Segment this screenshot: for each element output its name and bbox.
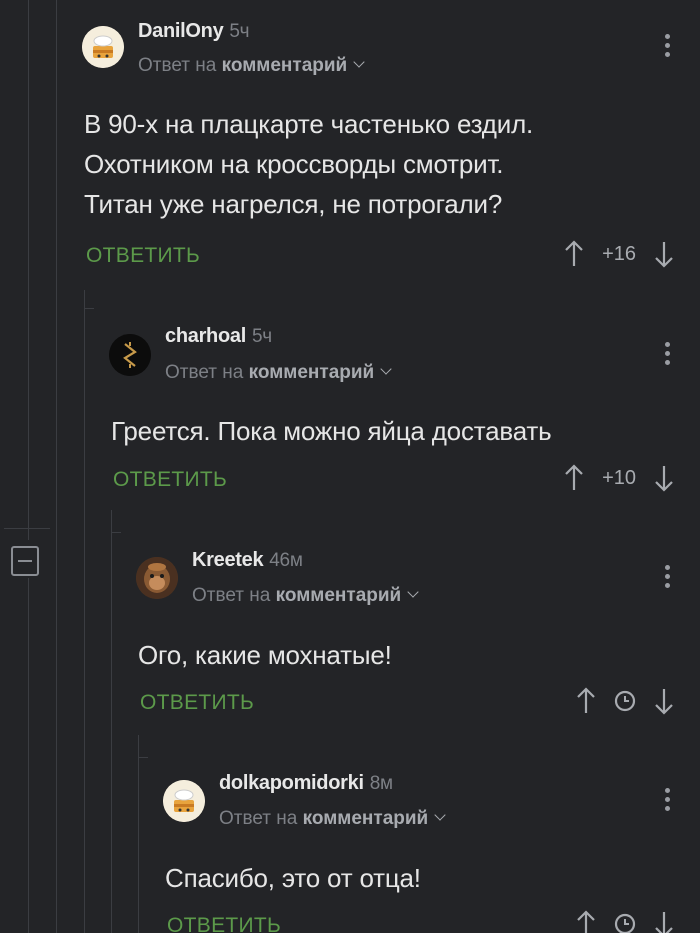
- comment-time: 8м: [369, 773, 393, 794]
- monkey-photo-icon: [136, 557, 178, 599]
- thread-line: [56, 0, 57, 933]
- comment: Kreetek 46м Ответ на комментарий Ого, как…: [114, 515, 700, 740]
- upvote-arrow-icon[interactable]: [576, 687, 596, 715]
- chevron-down-icon[interactable]: [434, 809, 446, 821]
- reply-prefix: Ответ на: [138, 55, 217, 76]
- reply-prefix: Ответ на: [165, 362, 244, 383]
- downvote-arrow-icon[interactable]: [654, 464, 674, 492]
- comment-text: Ого, какие мохнатые!: [138, 635, 392, 675]
- comment-author[interactable]: charhoal 5ч: [165, 325, 272, 348]
- chevron-down-icon[interactable]: [407, 586, 419, 598]
- reply-target[interactable]: комментарий: [303, 808, 429, 829]
- avatar[interactable]: [82, 26, 124, 68]
- vote-controls: [576, 687, 674, 715]
- comment-author[interactable]: Kreetek 46м: [192, 549, 303, 572]
- vote-controls: [576, 910, 674, 933]
- reply-to[interactable]: Ответ на комментарий: [219, 808, 446, 830]
- vote-controls: +16: [564, 240, 674, 268]
- vote-score: +10: [602, 466, 636, 489]
- reply-prefix: Ответ на: [192, 585, 271, 606]
- downvote-arrow-icon[interactable]: [654, 687, 674, 715]
- thread-line: [28, 0, 29, 540]
- author-name[interactable]: Kreetek: [192, 549, 264, 571]
- reply-to[interactable]: Ответ на комментарий: [165, 362, 392, 384]
- comment: dolkapomidorki 8м Ответ на комментарий Сп…: [141, 740, 700, 933]
- downvote-arrow-icon[interactable]: [654, 910, 674, 933]
- reply-prefix: Ответ на: [219, 808, 298, 829]
- clock-icon: [614, 690, 636, 712]
- thread-tick: [4, 528, 50, 529]
- reply-button[interactable]: ОТВЕТИТЬ: [140, 691, 254, 715]
- reply-button[interactable]: ОТВЕТИТЬ: [113, 468, 227, 492]
- downvote-arrow-icon[interactable]: [654, 240, 674, 268]
- vote-score: +16: [602, 242, 636, 265]
- author-name[interactable]: DanilOny: [138, 20, 224, 42]
- more-options-icon[interactable]: [664, 788, 670, 811]
- vote-controls: +10: [564, 464, 674, 492]
- clock-icon: [614, 913, 636, 933]
- comment-text-line: Греется. Пока можно яйца доставать: [111, 416, 552, 446]
- comment: charhoal 5ч Ответ на комментарий Греется.…: [87, 290, 700, 515]
- comment-text-line: Ого, какие мохнатые!: [138, 640, 392, 670]
- chef-hat-cake-icon: [82, 26, 124, 68]
- comment-text: Спасибо, это от отца!: [165, 858, 421, 898]
- reply-target[interactable]: комментарий: [222, 55, 348, 76]
- author-name[interactable]: dolkapomidorki: [219, 772, 364, 794]
- reply-to[interactable]: Ответ на комментарий: [138, 55, 365, 77]
- upvote-arrow-icon[interactable]: [564, 464, 584, 492]
- thread-line: [111, 510, 112, 933]
- reply-target[interactable]: комментарий: [276, 585, 402, 606]
- comment-text: В 90-х на плацкарте частенько ездил. Охо…: [84, 104, 533, 224]
- upvote-arrow-icon[interactable]: [576, 910, 596, 933]
- reply-target[interactable]: комментарий: [249, 362, 375, 383]
- comment-time: 46м: [269, 550, 303, 571]
- comment-text-line: В 90-х на плацкарте частенько ездил.: [84, 109, 534, 139]
- chef-hat-cake-icon: [163, 780, 205, 822]
- reply-button[interactable]: ОТВЕТИТЬ: [86, 244, 200, 268]
- more-options-icon[interactable]: [664, 565, 670, 588]
- collapse-thread-button[interactable]: [11, 546, 39, 576]
- more-options-icon[interactable]: [664, 34, 670, 57]
- author-name[interactable]: charhoal: [165, 325, 246, 347]
- reply-button[interactable]: ОТВЕТИТЬ: [167, 914, 281, 933]
- comment-time: 5ч: [251, 326, 272, 347]
- comment-text-line: Титан уже нагрелся, не потрогали?: [84, 189, 503, 219]
- thread-line: [84, 290, 85, 933]
- upvote-arrow-icon[interactable]: [564, 240, 584, 268]
- reply-to[interactable]: Ответ на комментарий: [192, 585, 419, 607]
- comment-author[interactable]: dolkapomidorki 8м: [219, 772, 393, 795]
- thread-line: [138, 735, 139, 933]
- comment-text-line: Охотником на кроссворды смотрит.: [84, 149, 504, 179]
- chevron-down-icon[interactable]: [353, 56, 365, 68]
- comment-text: Греется. Пока можно яйца доставать: [111, 411, 552, 451]
- avatar[interactable]: [136, 557, 178, 599]
- comment: DanilOny 5ч Ответ на комментарий В 90-х н…: [60, 0, 700, 290]
- more-options-icon[interactable]: [664, 342, 670, 365]
- avatar[interactable]: [163, 780, 205, 822]
- rune-symbol-icon: [109, 334, 151, 376]
- avatar[interactable]: [109, 334, 151, 376]
- comment-text-line: Спасибо, это от отца!: [165, 863, 421, 893]
- comment-author[interactable]: DanilOny 5ч: [138, 20, 250, 43]
- chevron-down-icon[interactable]: [380, 363, 392, 375]
- comment-time: 5ч: [229, 21, 250, 42]
- thread-line: [28, 578, 29, 933]
